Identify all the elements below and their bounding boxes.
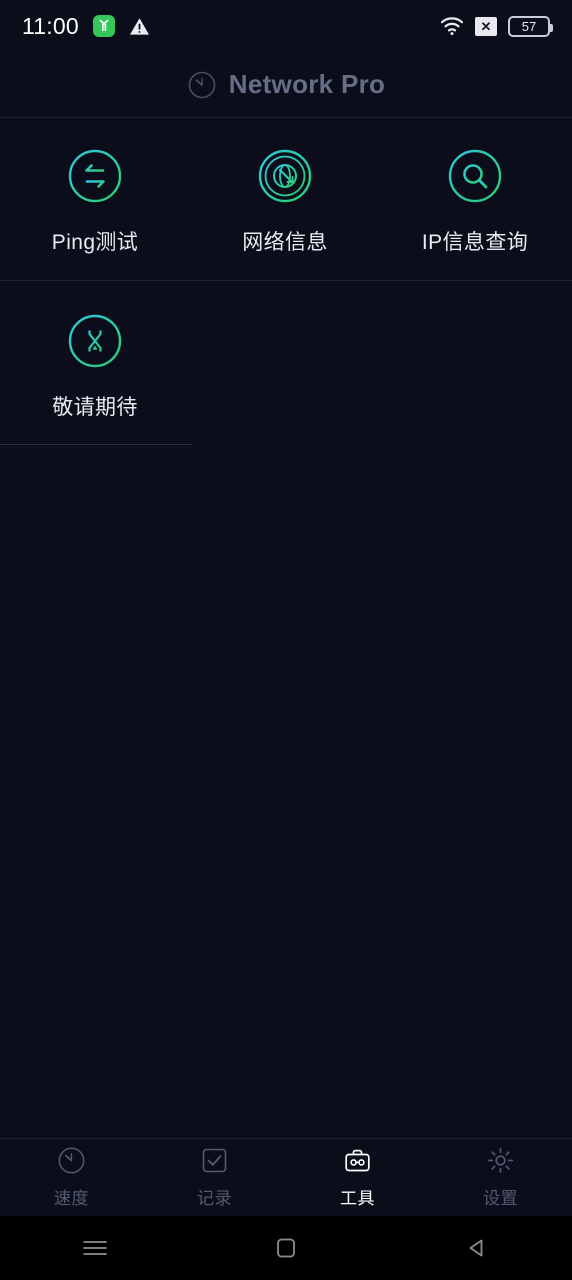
tool-item-ping[interactable]: Ping测试: [0, 148, 190, 256]
tool-item-network-info[interactable]: 网络信息: [190, 148, 380, 256]
tool-label: 敬请期待: [52, 396, 138, 419]
tab-records[interactable]: 记录: [143, 1146, 286, 1209]
nav-recents-button[interactable]: [0, 1238, 191, 1258]
status-bar: 11:00 ✕ 57: [0, 0, 572, 52]
search-icon: [447, 148, 503, 204]
tools-row-1: Ping测试 网络信息 IP信息查询: [0, 118, 572, 281]
globe-network-icon: [257, 148, 313, 204]
battery-level-label: 57: [521, 18, 537, 34]
wifi-icon: [440, 16, 464, 36]
bottom-tab-bar: 速度 记录 工具 设置: [0, 1138, 572, 1216]
tool-label: 网络信息: [242, 231, 328, 254]
page-title: Network Pro: [228, 69, 386, 99]
app-badge-green-icon: [92, 15, 115, 37]
tab-label: 记录: [197, 1189, 232, 1208]
speedometer-icon: [57, 1146, 86, 1175]
tools-row-2: 敬请期待: [0, 281, 572, 445]
status-bar-right: ✕ 57: [440, 15, 553, 37]
nav-back-button[interactable]: [381, 1236, 572, 1260]
battery-indicator: 57: [508, 15, 553, 37]
toolbox-icon: [343, 1146, 372, 1175]
android-nav-bar: [0, 1216, 572, 1280]
checklist-icon: [200, 1146, 229, 1175]
tab-label: 设置: [483, 1189, 518, 1208]
tab-tools[interactable]: 工具: [286, 1146, 429, 1209]
status-bar-left: 11:00: [22, 12, 150, 39]
phone-screen: 11:00 ✕ 57 Network Pro Ping测试 网络信息 IP信息查…: [0, 0, 572, 1280]
gear-icon: [486, 1146, 515, 1175]
nav-home-button[interactable]: [191, 1236, 382, 1260]
app-title-bar: Network Pro: [0, 52, 572, 118]
tab-settings[interactable]: 设置: [429, 1146, 572, 1209]
menu-icon: [81, 1238, 109, 1258]
tool-item-coming-soon[interactable]: 敬请期待: [0, 313, 190, 421]
tab-label: 工具: [340, 1189, 375, 1208]
tool-item-ip-lookup[interactable]: IP信息查询: [380, 148, 570, 256]
warning-triangle-icon: [129, 16, 150, 37]
tab-speed[interactable]: 速度: [0, 1146, 143, 1209]
home-square-icon: [274, 1236, 298, 1260]
signal-off-icon: ✕: [475, 16, 497, 36]
hourglass-icon: [67, 313, 123, 369]
speedometer-icon: [187, 70, 217, 100]
tab-label: 速度: [54, 1189, 89, 1208]
back-triangle-icon: [465, 1236, 489, 1260]
tools-content: Ping测试 网络信息 IP信息查询 敬请期待: [0, 118, 572, 1138]
ping-exchange-icon: [67, 148, 123, 204]
tool-label: IP信息查询: [421, 231, 529, 254]
status-time: 11:00: [22, 12, 79, 39]
tool-label: Ping测试: [51, 231, 139, 254]
